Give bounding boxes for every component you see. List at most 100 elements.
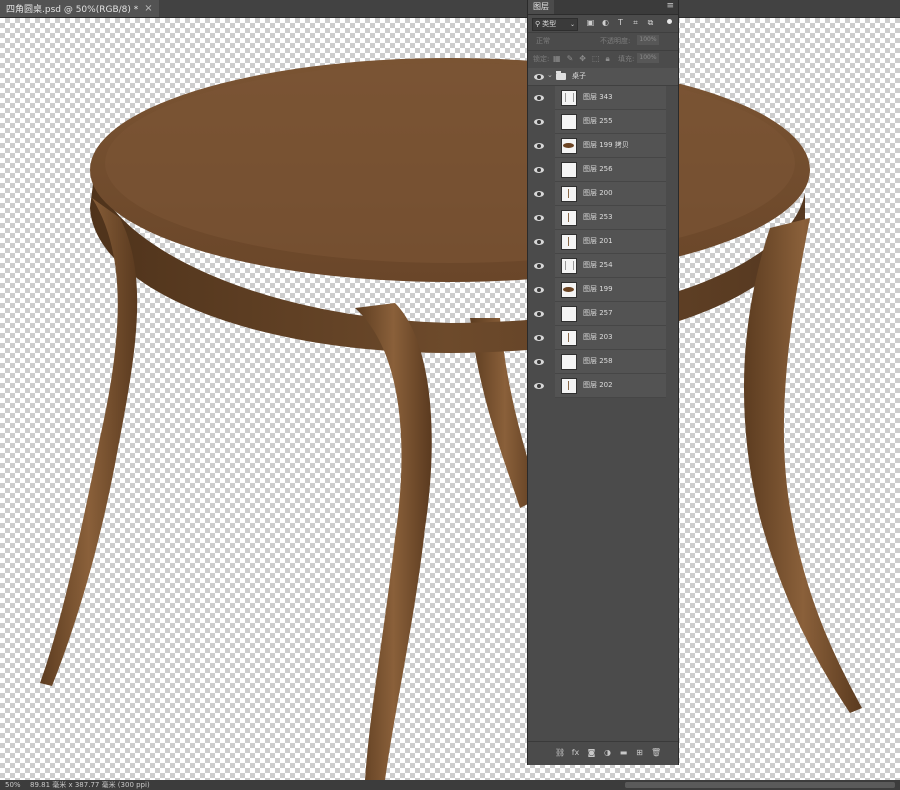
image-icon[interactable]: ▣ <box>586 18 595 27</box>
fill-label: 填充: <box>618 55 635 63</box>
layer-list: ⌄ 桌子 图层 343 图层 255 图层 199 拷贝 图层 256 图层 200 图层… <box>528 68 678 398</box>
folder-icon <box>556 71 566 80</box>
trash-icon[interactable]: 🗑︎ <box>651 748 661 758</box>
leg-front-center <box>355 303 432 780</box>
layer-row[interactable]: 图层 257 <box>534 302 666 326</box>
chevron-down-icon: ⌄ <box>569 21 575 28</box>
layer-thumbnail <box>561 354 577 370</box>
layer-name: 图层 202 <box>583 381 613 389</box>
layer-thumbnail <box>561 234 577 250</box>
document-tab[interactable]: 四角圆桌.psd @ 50%(RGB/8) * × <box>0 0 159 17</box>
layer-row[interactable]: 图层 202 <box>534 374 666 398</box>
opacity-input[interactable]: 100% <box>637 35 659 45</box>
filter-value: 类型 <box>542 20 557 28</box>
type-icon[interactable]: T <box>616 18 625 27</box>
zoom-level[interactable]: 50% <box>5 780 21 790</box>
eye-icon[interactable] <box>534 310 544 317</box>
eye-icon[interactable] <box>534 142 544 149</box>
eye-icon[interactable] <box>534 382 544 389</box>
layer-name: 图层 199 拷贝 <box>583 141 629 149</box>
fill-input[interactable]: 100% <box>637 53 659 63</box>
link-icon[interactable]: ⛓︎ <box>555 748 565 758</box>
lock-position-icon[interactable]: ✥ <box>579 54 586 64</box>
layer-thumbnail <box>561 258 577 274</box>
layer-name: 图层 253 <box>583 213 613 221</box>
chevron-down-icon[interactable]: ⌄ <box>547 71 553 79</box>
eye-icon[interactable] <box>534 73 544 80</box>
layer-thumbnail <box>561 210 577 226</box>
status-bar: 50% 89.81 毫米 x 387.77 毫米 (300 ppi) <box>0 780 900 790</box>
lock-paint-icon[interactable]: ✎ <box>567 54 574 64</box>
search-icon: ⚲ <box>535 20 541 28</box>
document-info: 89.81 毫米 x 387.77 毫米 (300 ppi) <box>30 781 150 789</box>
smart-object-icon[interactable]: ⧉ <box>646 18 655 27</box>
fx-icon[interactable]: fx <box>571 748 580 758</box>
lock-row: 锁定: ▦ ✎ ✥ ⬚ 🔒︎ 填充: 100% <box>528 51 678 69</box>
horizontal-scrollbar[interactable] <box>625 782 895 788</box>
layer-name: 图层 255 <box>583 117 613 125</box>
adjustment-layer-icon[interactable]: ◑ <box>603 748 612 758</box>
eye-icon[interactable] <box>534 262 544 269</box>
layer-row[interactable]: 图层 256 <box>534 158 666 182</box>
layer-row[interactable]: 图层 255 <box>534 110 666 134</box>
layer-filter-select[interactable]: ⚲ 类型 ⌄ <box>532 18 578 31</box>
group-name: 桌子 <box>572 72 586 80</box>
layer-name: 图层 201 <box>583 237 613 245</box>
filter-toggle[interactable] <box>667 19 672 24</box>
layers-tab[interactable]: 图层 <box>528 0 554 14</box>
eye-icon[interactable] <box>534 190 544 197</box>
layer-group-row[interactable]: ⌄ 桌子 <box>528 68 678 86</box>
table-illustration <box>40 58 862 780</box>
layer-row[interactable]: 图层 201 <box>534 230 666 254</box>
lock-all-icon[interactable]: 🔒︎ <box>606 54 610 64</box>
eye-icon[interactable] <box>534 166 544 173</box>
layer-row[interactable]: 图层 258 <box>534 350 666 374</box>
eye-icon[interactable] <box>534 118 544 125</box>
layer-thumbnail <box>561 114 577 130</box>
eye-icon[interactable] <box>534 94 544 101</box>
transform-icon[interactable]: ⌗ <box>631 18 640 27</box>
panel-menu-icon[interactable]: ≡ <box>666 1 674 11</box>
layer-thumbnail <box>561 282 577 298</box>
blend-row: 正常 不透明度: 100% <box>528 33 678 51</box>
layer-row[interactable]: 图层 199 <box>534 278 666 302</box>
layer-name: 图层 258 <box>583 357 613 365</box>
lock-transparent-icon[interactable]: ▦ <box>553 54 561 64</box>
layer-thumbnail <box>561 162 577 178</box>
new-layer-icon[interactable]: ⊞ <box>635 748 644 758</box>
layer-row[interactable]: 图层 199 拷贝 <box>534 134 666 158</box>
layer-row[interactable]: 图层 343 <box>534 86 666 110</box>
layer-thumbnail <box>561 138 577 154</box>
layer-thumbnail <box>561 186 577 202</box>
canvas[interactable] <box>0 18 900 780</box>
eye-icon[interactable] <box>534 334 544 341</box>
blend-mode-select[interactable]: 正常 <box>532 36 586 46</box>
layer-name: 图层 343 <box>583 93 613 101</box>
eye-icon[interactable] <box>534 214 544 221</box>
layer-thumbnail <box>561 378 577 394</box>
layer-row[interactable]: 图层 200 <box>534 182 666 206</box>
layers-panel-footer: ⛓︎ fx ◙ ◑ ▬ ⊞ 🗑︎ <box>528 741 678 765</box>
layer-name: 图层 200 <box>583 189 613 197</box>
layer-row[interactable]: 图层 203 <box>534 326 666 350</box>
lock-artboard-icon[interactable]: ⬚ <box>592 54 600 64</box>
document-tab-bar: 四角圆桌.psd @ 50%(RGB/8) * × <box>0 0 900 18</box>
eye-icon[interactable] <box>534 286 544 293</box>
layer-thumbnail <box>561 90 577 106</box>
mask-icon[interactable]: ◙ <box>587 748 596 758</box>
layer-row[interactable]: 图层 253 <box>534 206 666 230</box>
lock-label: 锁定: <box>533 55 550 63</box>
folder-icon[interactable]: ▬ <box>619 748 628 758</box>
leg-front-right <box>743 218 862 713</box>
layers-panel-header: 图层 ≡ <box>528 0 678 15</box>
close-icon[interactable]: × <box>144 3 152 14</box>
eye-icon[interactable] <box>534 358 544 365</box>
layer-filter-row: ⚲ 类型 ⌄ ▣ ◐ T ⌗ ⧉ <box>528 15 678 33</box>
adjustment-icon[interactable]: ◐ <box>601 18 610 27</box>
layer-name: 图层 257 <box>583 309 613 317</box>
layer-name: 图层 256 <box>583 165 613 173</box>
layer-name: 图层 203 <box>583 333 613 341</box>
eye-icon[interactable] <box>534 238 544 245</box>
document-title: 四角圆桌.psd @ 50%(RGB/8) * <box>6 5 139 15</box>
layer-row[interactable]: 图层 254 <box>534 254 666 278</box>
